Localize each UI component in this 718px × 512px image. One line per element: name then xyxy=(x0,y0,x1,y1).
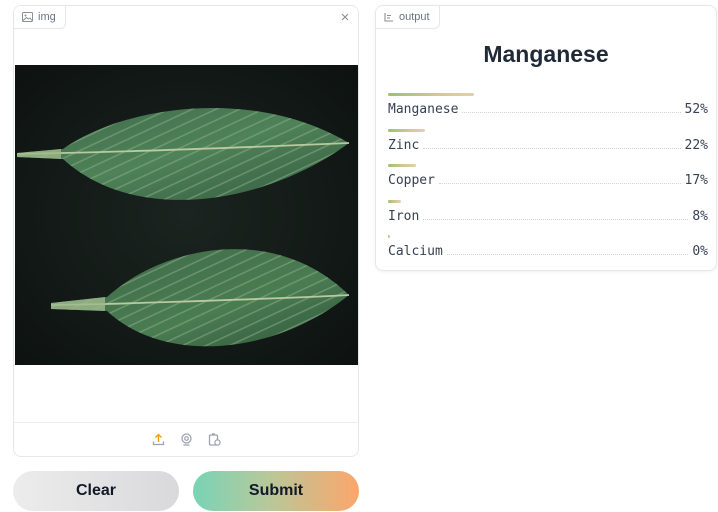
image-input-label-text: img xyxy=(38,11,56,23)
confidence-percent: 17% xyxy=(684,173,708,188)
dotted-leader xyxy=(423,210,689,220)
output-label-text: output xyxy=(399,11,430,23)
confidence-label: Iron xyxy=(388,208,420,224)
confidence-list: Manganese 52% Zinc 22% Copper 17% Iron 8… xyxy=(388,93,708,270)
confidence-label: Manganese xyxy=(388,102,459,117)
confidence-row: Copper 17% xyxy=(388,164,708,200)
confidence-label: Copper xyxy=(388,173,435,188)
image-input-label: img xyxy=(14,6,66,29)
clipboard-icon[interactable] xyxy=(205,431,223,449)
dotted-leader xyxy=(423,139,681,149)
output-label: output xyxy=(376,6,440,29)
confidence-bar xyxy=(388,235,391,238)
submit-button[interactable]: Submit xyxy=(193,471,359,511)
confidence-bar xyxy=(388,128,425,132)
upload-icon[interactable] xyxy=(149,431,167,449)
confidence-bar xyxy=(388,164,417,167)
confidence-row: Iron 8% xyxy=(388,199,708,236)
confidence-bar xyxy=(388,93,475,96)
close-icon[interactable]: × xyxy=(337,9,353,25)
confidence-percent: 0% xyxy=(692,244,708,259)
confidence-percent: 8% xyxy=(692,208,708,224)
confidence-row: Manganese 52% xyxy=(388,93,708,129)
label-output-panel: output Manganese Manganese 52% Zinc 22% … xyxy=(375,5,717,271)
image-icon xyxy=(22,12,33,22)
confidence-row: Zinc 22% xyxy=(388,128,708,165)
confidence-row: Calcium 0% xyxy=(388,235,708,270)
confidence-percent: 22% xyxy=(684,137,708,153)
image-source-toolbar xyxy=(14,422,358,456)
uploaded-leaf-image xyxy=(15,65,358,365)
dotted-leader xyxy=(446,245,689,255)
confidence-bar xyxy=(388,199,402,203)
confidence-label: Zinc xyxy=(388,137,420,153)
dotted-leader xyxy=(438,174,681,184)
label-icon xyxy=(384,12,394,22)
predicted-label: Manganese xyxy=(483,41,609,67)
confidence-label: Calcium xyxy=(388,244,443,259)
confidence-percent: 52% xyxy=(684,102,708,117)
image-input-panel: img × xyxy=(13,5,359,457)
clear-button[interactable]: Clear xyxy=(13,471,179,511)
webcam-icon[interactable] xyxy=(177,431,195,449)
dotted-leader xyxy=(462,103,681,113)
